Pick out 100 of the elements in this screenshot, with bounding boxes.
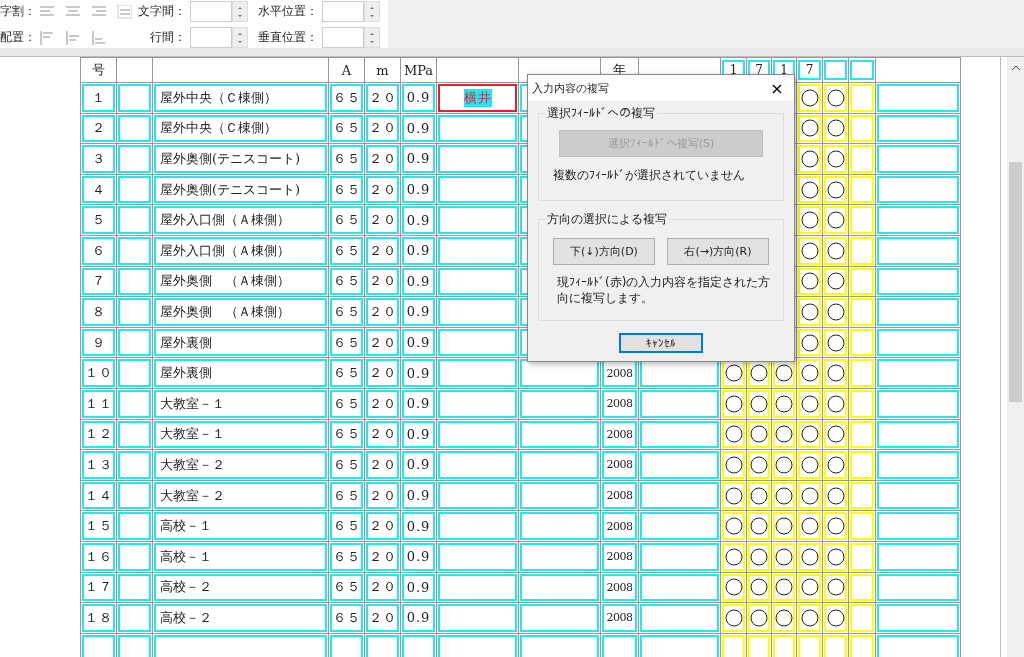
input-field[interactable]: ６: [82, 236, 115, 265]
input-field[interactable]: [154, 634, 327, 657]
input-field[interactable]: [402, 634, 435, 657]
input-field[interactable]: [438, 604, 517, 632]
input-field[interactable]: [438, 114, 517, 143]
input-field[interactable]: [438, 542, 517, 571]
input-field[interactable]: 2008: [602, 389, 637, 418]
input-field[interactable]: 2008: [602, 420, 637, 449]
check-field[interactable]: [850, 604, 874, 632]
check-field[interactable]: [798, 604, 821, 632]
input-field[interactable]: [877, 634, 959, 657]
check-field[interactable]: [798, 84, 821, 112]
input-field[interactable]: [877, 359, 959, 387]
input-field[interactable]: ６５: [330, 573, 363, 602]
input-field[interactable]: [118, 512, 151, 540]
input-field[interactable]: ２０: [366, 175, 399, 204]
input-field[interactable]: [640, 451, 719, 479]
input-field[interactable]: [118, 114, 151, 143]
input-field[interactable]: １: [82, 84, 115, 112]
input-field[interactable]: [640, 573, 719, 602]
check-field[interactable]: [798, 451, 821, 479]
check-field[interactable]: [773, 512, 795, 540]
check-field[interactable]: [748, 604, 770, 632]
input-field[interactable]: 大教室－１: [154, 389, 327, 418]
input-field[interactable]: １２: [82, 420, 115, 449]
check-field[interactable]: [773, 451, 795, 479]
check-field[interactable]: [722, 420, 745, 449]
check-field[interactable]: [824, 451, 847, 479]
input-field[interactable]: [438, 573, 517, 602]
input-field[interactable]: ６５: [330, 604, 363, 632]
input-field[interactable]: ２０: [366, 84, 399, 112]
check-field[interactable]: [850, 359, 874, 387]
input-field[interactable]: [118, 634, 151, 657]
check-field[interactable]: [798, 236, 821, 265]
input-field[interactable]: 2008: [602, 573, 637, 602]
input-field[interactable]: 0.9: [402, 573, 435, 602]
check-field[interactable]: [824, 298, 847, 326]
input-field[interactable]: [438, 420, 517, 449]
input-field[interactable]: [640, 420, 719, 449]
input-field[interactable]: [850, 60, 874, 80]
input-field[interactable]: １８: [82, 604, 115, 632]
check-field[interactable]: [773, 604, 795, 632]
input-field[interactable]: ２０: [366, 236, 399, 265]
check-field[interactable]: [824, 328, 847, 357]
input-field[interactable]: ６５: [330, 512, 363, 540]
input-field[interactable]: 0.9: [402, 298, 435, 326]
input-field[interactable]: [520, 573, 599, 602]
input-field[interactable]: 0.9: [402, 328, 435, 357]
input-field[interactable]: 屋外入口側（Ａ棟側）: [154, 206, 327, 234]
input-field[interactable]: 2008: [602, 451, 637, 479]
input-field[interactable]: [366, 634, 399, 657]
valign-icons[interactable]: [40, 30, 106, 45]
check-field[interactable]: [850, 206, 874, 234]
check-field[interactable]: [824, 634, 847, 657]
direction-button[interactable]: 右(→)方向(R): [667, 238, 769, 265]
input-field[interactable]: ２０: [366, 114, 399, 143]
input-field[interactable]: [602, 634, 637, 657]
check-field[interactable]: [748, 634, 770, 657]
input-field[interactable]: [118, 389, 151, 418]
input-field[interactable]: 0.9: [402, 481, 435, 510]
input-field[interactable]: 7: [798, 60, 821, 80]
check-field[interactable]: [824, 145, 847, 173]
input-field[interactable]: 0.9: [402, 84, 435, 112]
check-field[interactable]: [798, 145, 821, 173]
input-field[interactable]: ６５: [330, 84, 363, 112]
scroll-thumb[interactable]: [1009, 162, 1022, 402]
check-field[interactable]: [798, 481, 821, 510]
input-field[interactable]: 大教室－２: [154, 481, 327, 510]
input-field[interactable]: [118, 145, 151, 173]
check-field[interactable]: [722, 389, 745, 418]
input-field[interactable]: [520, 634, 599, 657]
input-field[interactable]: １５: [82, 512, 115, 540]
input-field[interactable]: [438, 267, 517, 296]
input-field[interactable]: 2008: [602, 512, 637, 540]
input-field[interactable]: 0.9: [402, 604, 435, 632]
input-field[interactable]: [118, 451, 151, 479]
check-field[interactable]: [850, 298, 874, 326]
spin-field[interactable]: [322, 1, 364, 22]
check-field[interactable]: [748, 451, 770, 479]
input-field[interactable]: 屋外入口側（Ａ棟側）: [154, 236, 327, 265]
input-field[interactable]: ５: [82, 206, 115, 234]
input-field[interactable]: [640, 481, 719, 510]
check-field[interactable]: [850, 451, 874, 479]
input-field[interactable]: [877, 328, 959, 357]
check-field[interactable]: [798, 634, 821, 657]
input-field[interactable]: [118, 175, 151, 204]
input-field[interactable]: 2008: [602, 542, 637, 571]
check-field[interactable]: [850, 481, 874, 510]
check-field[interactable]: [773, 481, 795, 510]
input-field[interactable]: １７: [82, 573, 115, 602]
input-field[interactable]: [520, 542, 599, 571]
input-field[interactable]: [877, 206, 959, 234]
input-field[interactable]: 0.9: [402, 512, 435, 540]
spin-buttons[interactable]: [364, 1, 380, 22]
input-field[interactable]: [877, 604, 959, 632]
input-field[interactable]: 屋外中央（Ｃ棟側）: [154, 114, 327, 143]
input-field[interactable]: ３: [82, 145, 115, 173]
check-field[interactable]: [824, 481, 847, 510]
check-field[interactable]: [773, 542, 795, 571]
check-field[interactable]: [798, 573, 821, 602]
